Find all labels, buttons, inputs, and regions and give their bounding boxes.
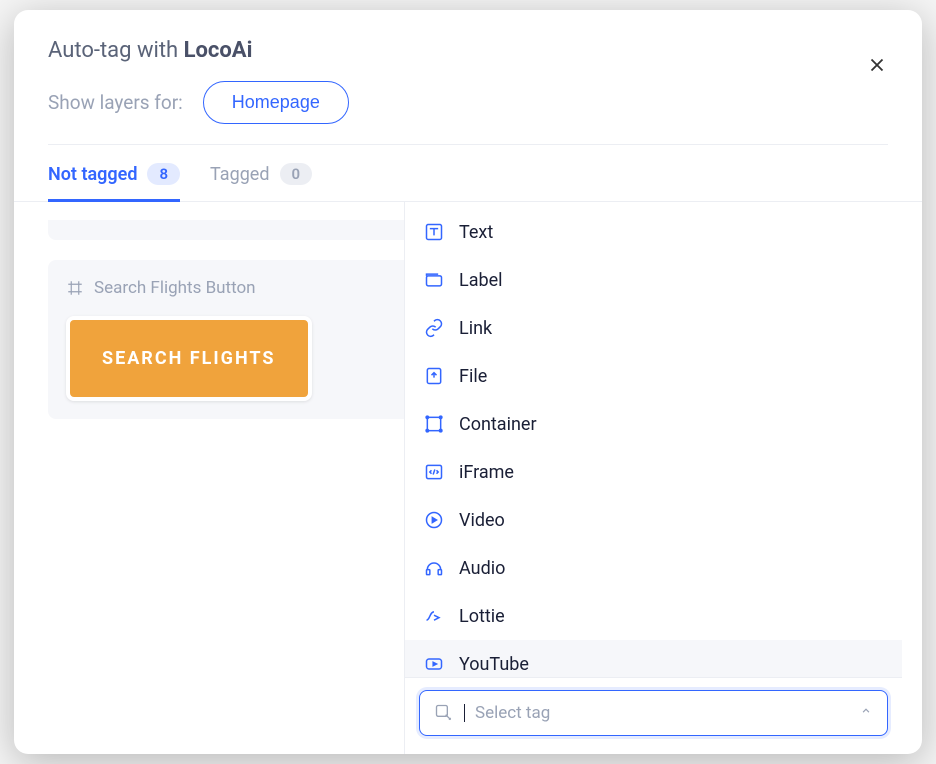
tag-option-label: YouTube <box>459 654 529 675</box>
tab-tagged[interactable]: Tagged 0 <box>210 163 312 201</box>
modal-body: Search Flights Button SEARCH FLIGHTS Tex… <box>14 202 922 754</box>
iframe-icon <box>423 461 445 483</box>
modal-title: Auto-tag with LocoAi <box>48 38 888 63</box>
tag-option-youtube[interactable]: YouTube <box>405 640 902 677</box>
tag-option-audio[interactable]: Audio <box>405 544 902 592</box>
tab-label: Not tagged <box>48 164 137 185</box>
layer-scope-row: Show layers for: Homepage <box>14 63 922 144</box>
tabs: Not tagged 8 Tagged 0 <box>14 145 922 202</box>
text-icon <box>423 221 445 243</box>
tag-option-video[interactable]: Video <box>405 496 902 544</box>
scope-select[interactable]: Homepage <box>203 81 349 124</box>
scope-label: Show layers for: <box>48 91 183 114</box>
close-button[interactable] <box>862 50 892 80</box>
tag-input-icon <box>434 703 454 723</box>
audio-icon <box>423 557 445 579</box>
modal-header: Auto-tag with LocoAi <box>14 10 922 63</box>
file-icon <box>423 365 445 387</box>
tag-option-label: File <box>459 366 487 387</box>
tab-not-tagged[interactable]: Not tagged 8 <box>48 163 180 201</box>
frame-icon <box>66 279 84 297</box>
tag-option-label[interactable]: Label <box>405 256 902 304</box>
layer-preview-button: SEARCH FLIGHTS <box>66 316 312 401</box>
tag-option-label: Video <box>459 510 505 531</box>
tab-count-badge: 0 <box>280 163 313 185</box>
autotag-modal: Auto-tag with LocoAi Show layers for: Ho… <box>14 10 922 754</box>
tag-option-label: iFrame <box>459 462 514 483</box>
container-icon <box>423 413 445 435</box>
tag-option-lottie[interactable]: Lottie <box>405 592 902 640</box>
tag-option-label: Text <box>459 222 493 243</box>
tag-option-label: Link <box>459 318 492 339</box>
youtube-icon <box>423 653 445 675</box>
tag-option-file[interactable]: File <box>405 352 902 400</box>
tab-count-badge: 8 <box>147 163 180 185</box>
tag-option-label: Lottie <box>459 606 505 627</box>
tag-input-placeholder: Select tag <box>475 703 550 723</box>
tag-dropdown-panel: Text Label Link File Container iFrame Video Aud… <box>404 202 902 754</box>
tag-option-container[interactable]: Container <box>405 400 902 448</box>
tag-input-row: Select tag <box>405 677 902 754</box>
tab-label: Tagged <box>210 164 269 185</box>
label-icon <box>423 269 445 291</box>
layer-name: Search Flights Button <box>94 278 256 298</box>
tag-select-input[interactable]: Select tag <box>419 690 888 736</box>
link-icon <box>423 317 445 339</box>
tag-option-label: Label <box>459 270 503 291</box>
tag-option-link[interactable]: Link <box>405 304 902 352</box>
chevron-up-icon <box>859 704 873 722</box>
tag-option-text[interactable]: Text <box>405 208 902 256</box>
tag-option-label: Audio <box>459 558 505 579</box>
lottie-icon <box>423 605 445 627</box>
tag-option-label: Container <box>459 414 537 435</box>
video-icon <box>423 509 445 531</box>
text-cursor <box>464 704 465 722</box>
tag-dropdown-list[interactable]: Text Label Link File Container iFrame Video Aud… <box>405 202 902 677</box>
tag-option-iframe[interactable]: iFrame <box>405 448 902 496</box>
